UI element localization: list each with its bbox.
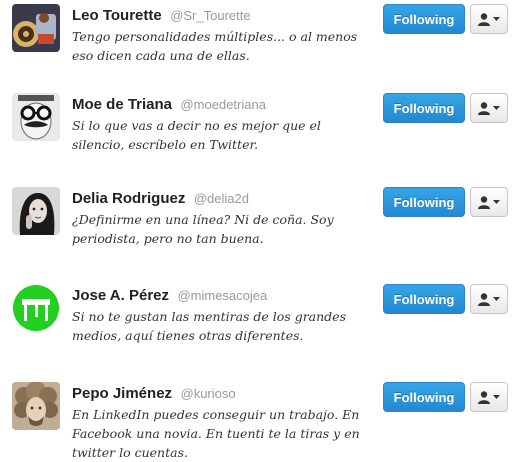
- following-button[interactable]: Following: [383, 4, 465, 34]
- avatar[interactable]: [12, 284, 60, 332]
- curly-hair-avatar-icon: [12, 382, 60, 430]
- avatar[interactable]: [12, 93, 60, 141]
- full-name[interactable]: Moe de Triana: [72, 96, 172, 113]
- user-bio: Tengo personalidades múltiples... o al m…: [72, 29, 358, 63]
- user-bio: En LinkedIn puedes conseguir un trabajo.…: [72, 407, 360, 460]
- woman-portrait-avatar-icon: [12, 187, 60, 235]
- screen-name[interactable]: @delia2d: [194, 191, 249, 206]
- following-button[interactable]: Following: [383, 187, 465, 217]
- person-icon: [478, 101, 490, 115]
- user-actions-dropdown-button[interactable]: [470, 382, 508, 412]
- user-bio: Si no te gustan las mentiras de los gran…: [72, 309, 346, 343]
- user-list: Leo Tourette @Sr_Tourette Tengo personal…: [0, 0, 520, 460]
- user-actions-dropdown-button[interactable]: [470, 4, 508, 34]
- screen-name[interactable]: @moedetriana: [180, 97, 265, 112]
- full-name[interactable]: Delia Rodriguez: [72, 190, 185, 207]
- following-button[interactable]: Following: [383, 284, 465, 314]
- following-button[interactable]: Following: [383, 93, 465, 123]
- avatar[interactable]: [12, 382, 60, 430]
- caret-down-icon: [493, 200, 500, 204]
- person-icon: [478, 292, 490, 306]
- full-name[interactable]: Leo Tourette: [72, 7, 162, 24]
- caret-down-icon: [493, 17, 500, 21]
- full-name[interactable]: Jose A. Pérez: [72, 287, 169, 304]
- user-actions-dropdown-button[interactable]: [470, 93, 508, 123]
- cartoon-character-avatar-icon: [12, 4, 60, 52]
- following-button[interactable]: Following: [383, 382, 465, 412]
- person-icon: [478, 12, 490, 26]
- caret-down-icon: [493, 297, 500, 301]
- name-line: Pepo Jiménez @kurioso: [72, 384, 236, 404]
- user-item: Delia Rodriguez @delia2d ¿Definirme en u…: [0, 187, 520, 267]
- user-item: Leo Tourette @Sr_Tourette Tengo personal…: [0, 4, 520, 84]
- name-line: Leo Tourette @Sr_Tourette: [72, 6, 251, 26]
- user-actions-dropdown-button[interactable]: [470, 187, 508, 217]
- name-line: Delia Rodriguez @delia2d: [72, 189, 249, 209]
- caret-down-icon: [493, 395, 500, 399]
- full-name[interactable]: Pepo Jiménez: [72, 385, 172, 402]
- user-item: Moe de Triana @moedetriana Si lo que vas…: [0, 93, 520, 173]
- user-bio: Si lo que vas a decir no es mejor que el…: [72, 118, 321, 152]
- person-icon: [478, 195, 490, 209]
- user-item: Pepo Jiménez @kurioso En LinkedIn puedes…: [0, 382, 520, 462]
- name-line: Jose A. Pérez @mimesacojea: [72, 286, 267, 306]
- name-line: Moe de Triana @moedetriana: [72, 95, 266, 115]
- glasses-mustache-avatar-icon: [12, 93, 60, 141]
- person-icon: [478, 390, 490, 404]
- user-item: Jose A. Pérez @mimesacojea Si no te gust…: [0, 284, 520, 364]
- user-bio: ¿Definirme en una línea? Ni de coña. Soy…: [72, 212, 334, 246]
- screen-name[interactable]: @Sr_Tourette: [170, 8, 250, 23]
- avatar[interactable]: [12, 4, 60, 52]
- screen-name[interactable]: @kurioso: [181, 386, 236, 401]
- user-actions-dropdown-button[interactable]: [470, 284, 508, 314]
- screen-name[interactable]: @mimesacojea: [177, 288, 267, 303]
- avatar[interactable]: [12, 187, 60, 235]
- caret-down-icon: [493, 106, 500, 110]
- green-table-avatar-icon: [12, 284, 60, 332]
